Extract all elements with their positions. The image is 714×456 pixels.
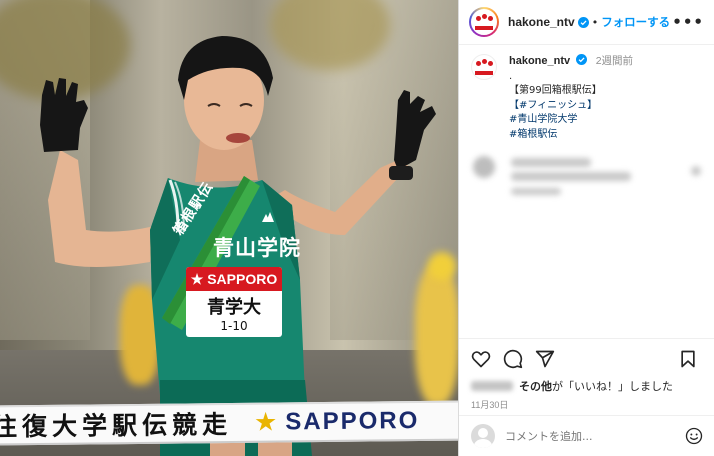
blurred-text — [511, 188, 561, 195]
hakone-logo-icon — [475, 59, 493, 75]
hakone-logo-icon — [475, 14, 493, 30]
smiley-icon[interactable] — [685, 427, 703, 445]
post-actions: その他 が「いいね！」しました 11月30日 — [459, 338, 714, 411]
bib-sponsor: ★ SAPPORO — [186, 267, 282, 291]
blurred-liker-name — [471, 381, 513, 391]
blurred-text — [511, 172, 631, 181]
runner-figure — [40, 36, 436, 456]
post-side-panel: hakone_ntv • フォローする ••• hakone_ntv 2週間前 … — [458, 0, 714, 456]
hashtag-link[interactable]: #箱根駅伝 — [509, 128, 633, 143]
share-icon[interactable] — [535, 349, 555, 369]
bib-number: 1-10 — [220, 319, 248, 333]
comment-input[interactable] — [505, 429, 675, 443]
blurred-avatar — [473, 156, 495, 178]
likes-suffix: が「いいね！」しました — [552, 381, 673, 393]
comment-icon[interactable] — [503, 349, 523, 369]
bib-team-name: 青学大 — [207, 297, 261, 318]
header-username[interactable]: hakone_ntv — [508, 15, 575, 29]
user-avatar — [471, 424, 495, 448]
post-photo[interactable]: 箱根駅伝 青山学院 ★ SAPPORO 青学大 1-10 往復大学駅伝競走 ★ … — [0, 0, 458, 456]
verified-badge-icon — [575, 54, 587, 65]
finish-tape: 往復大学駅伝競走 ★ SAPPORO — [0, 400, 458, 446]
bookmark-icon[interactable] — [679, 349, 697, 369]
hashtag-link[interactable]: 【#フィニッシュ】 — [509, 99, 633, 114]
jersey-chest-text: 青山学院 — [213, 236, 301, 260]
star-icon: ★ — [253, 407, 278, 438]
caption-dot: . — [509, 70, 513, 82]
post-time[interactable]: 2週間前 — [596, 55, 633, 67]
follow-button[interactable]: フォローする — [601, 14, 670, 30]
profile-avatar[interactable] — [469, 7, 499, 37]
blurred-text — [511, 158, 591, 167]
header-separator: • — [591, 15, 599, 29]
instagram-post-modal: 箱根駅伝 青山学院 ★ SAPPORO 青学大 1-10 往復大学駅伝競走 ★ … — [0, 0, 714, 456]
post-header: hakone_ntv • フォローする ••• — [459, 0, 714, 45]
finish-tape-brand: SAPPORO — [285, 407, 420, 436]
race-bib: ★ SAPPORO 青学大 1-10 — [186, 267, 282, 337]
verified-badge-icon — [577, 16, 589, 28]
comment-box — [459, 415, 714, 456]
blurred-comment — [471, 152, 707, 212]
hashtag-link[interactable]: #青山学院大学 — [509, 113, 633, 128]
likes-others-link[interactable]: その他 — [519, 378, 552, 394]
caption-line: 【第99回箱根駅伝】 — [509, 85, 602, 96]
caption-username[interactable]: hakone_ntv — [509, 55, 570, 67]
post-caption: hakone_ntv 2週間前 . 【第99回箱根駅伝】 【#フィニッシュ】 #… — [459, 45, 714, 142]
blurred-heart — [691, 166, 701, 176]
likes-summary: その他 が「いいね！」しました — [471, 378, 703, 394]
heart-icon[interactable] — [471, 349, 491, 369]
more-horizontal-icon[interactable]: ••• — [672, 13, 704, 31]
caption-avatar[interactable] — [471, 54, 497, 80]
post-date[interactable]: 11月30日 — [471, 398, 703, 411]
finish-tape-text: 往復大学駅伝競走 — [0, 409, 233, 442]
